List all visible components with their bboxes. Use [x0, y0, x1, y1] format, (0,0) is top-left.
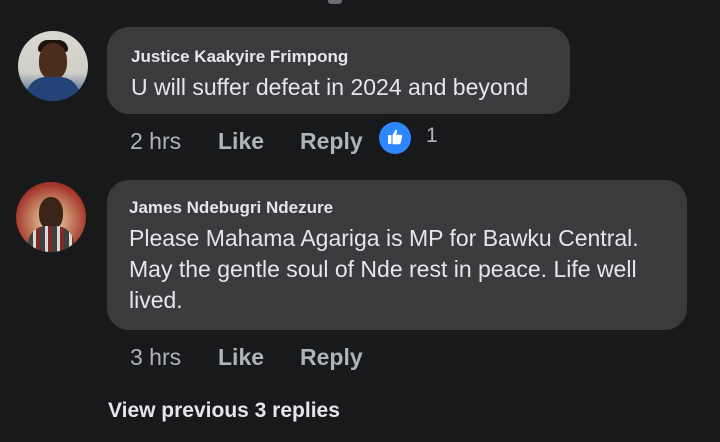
- comment-timestamp[interactable]: 2 hrs: [130, 126, 181, 156]
- comment-bubble: James Ndebugri Ndezure Please Mahama Aga…: [107, 180, 687, 330]
- view-previous-replies-link[interactable]: View previous 3 replies: [108, 397, 340, 425]
- reply-button[interactable]: Reply: [300, 342, 363, 372]
- comment-text: U will suffer defeat in 2024 and beyond: [131, 74, 529, 100]
- reply-button[interactable]: Reply: [300, 126, 363, 156]
- like-button[interactable]: Like: [218, 342, 264, 372]
- reaction-count[interactable]: 1: [426, 121, 438, 151]
- avatar[interactable]: [16, 182, 86, 252]
- comment-actions: 3 hrs Like Reply: [130, 342, 380, 372]
- comment-author[interactable]: Justice Kaakyire Frimpong: [131, 47, 544, 67]
- thumbs-up-icon[interactable]: [379, 122, 411, 154]
- comment-bubble: Justice Kaakyire Frimpong U will suffer …: [107, 27, 570, 114]
- comment-author[interactable]: James Ndebugri Ndezure: [129, 198, 661, 218]
- avatar[interactable]: [18, 31, 88, 101]
- like-button[interactable]: Like: [218, 126, 264, 156]
- comment-actions: 2 hrs Like Reply 1: [130, 122, 460, 156]
- comment-text: Please Mahama Agariga is MP for Bawku Ce…: [129, 225, 639, 313]
- previous-content-fragment: [318, 0, 358, 6]
- comment-timestamp[interactable]: 3 hrs: [130, 342, 181, 372]
